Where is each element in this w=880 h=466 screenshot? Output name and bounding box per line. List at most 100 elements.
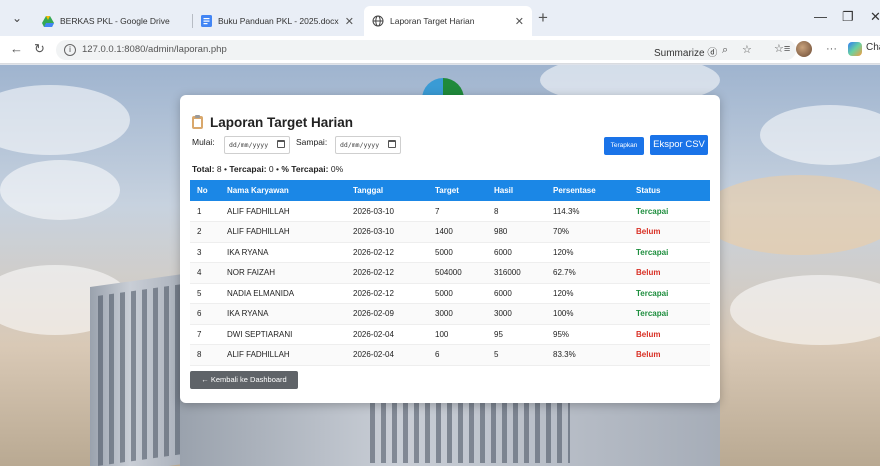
zoom-icon[interactable]: ⌕: [722, 44, 728, 56]
close-window-icon[interactable]: ✕: [870, 10, 880, 24]
tab-title: Buku Panduan PKL - 2025.docx - G: [218, 16, 339, 26]
end-date-label: Sampai:: [296, 137, 328, 147]
back-to-dashboard-button[interactable]: ← Kembali ke Dashboard: [190, 371, 298, 389]
cell-result: 6000: [487, 283, 546, 304]
cell-name: DWI SEPTIARANI: [220, 324, 346, 345]
cell-date: 2026-02-12: [346, 283, 428, 304]
close-tab-icon[interactable]: ✕: [345, 15, 354, 28]
cell-percent: 120%: [546, 283, 629, 304]
background-cloud: [730, 275, 880, 345]
table-row: 2 ALIF FADHILLAH 2026-03-10 1400 980 70%…: [190, 221, 710, 243]
building-windows: [98, 284, 182, 466]
cell-date: 2026-03-10: [346, 221, 428, 243]
cell-target: 5000: [428, 242, 487, 263]
cell-percent: 114.3%: [546, 201, 629, 222]
column-header-status: Status: [636, 186, 661, 195]
profile-avatar[interactable]: [796, 41, 812, 57]
summary-line: Total: 8 • Tercapai: 0 • % Tercapai: 0%: [192, 164, 343, 174]
cell-date: 2026-02-04: [346, 324, 428, 345]
tab-buku-panduan[interactable]: Buku Panduan PKL - 2025.docx - G ✕: [192, 6, 362, 36]
copilot-label[interactable]: Cha: [866, 42, 880, 53]
restore-window-icon[interactable]: ❐: [842, 10, 854, 24]
calendar-icon[interactable]: [277, 140, 285, 148]
report-table: No Nama Karyawan Tanggal Target Hasil Pe…: [190, 180, 710, 366]
calendar-icon[interactable]: [388, 140, 396, 148]
favorites-icon[interactable]: ☆≡: [774, 43, 790, 55]
summary-separator: •: [224, 164, 227, 174]
cell-result: 3000: [487, 303, 546, 325]
column-header-name: Nama Karyawan: [227, 186, 289, 195]
new-tab-plus-icon[interactable]: +: [538, 9, 548, 26]
cell-result: 316000: [487, 262, 546, 284]
cell-percent: 70%: [546, 221, 629, 243]
cell-target: 7: [428, 201, 487, 222]
table-row: 5 NADIA ELMANIDA 2026-02-12 5000 6000 12…: [190, 283, 710, 304]
tab-title: BERKAS PKL - Google Drive: [60, 16, 170, 26]
cell-name: ALIF FADHILLAH: [220, 344, 346, 366]
cell-result: 95: [487, 324, 546, 345]
cell-no: 7: [190, 324, 220, 345]
cell-status: Belum: [629, 324, 710, 345]
clipboard-icon: [192, 115, 203, 129]
export-csv-button[interactable]: Ekspor CSV: [650, 135, 708, 155]
table-row: 6 IKA RYANA 2026-02-09 3000 3000 100% Te…: [190, 303, 710, 325]
cell-no: 6: [190, 303, 220, 325]
cell-percent: 95%: [546, 324, 629, 345]
cell-name: IKA RYANA: [220, 242, 346, 263]
reload-icon[interactable]: ↻: [34, 42, 45, 56]
summarize-icon: ⓓ: [707, 48, 718, 59]
achieved-value: 0: [268, 164, 274, 174]
address-url[interactable]: 127.0.0.1:8080/admin/laporan.php: [82, 44, 227, 55]
column-header-percent: Persentase: [553, 186, 596, 195]
cell-status: Tercapai: [629, 303, 710, 325]
cell-name: ALIF FADHILLAH: [220, 221, 346, 243]
browser-tab-strip: ⌄ BERKAS PKL - Google Drive Buku Panduan…: [0, 0, 880, 36]
cell-percent: 62.7%: [546, 262, 629, 284]
cell-result: 980: [487, 221, 546, 243]
cell-date: 2026-02-09: [346, 303, 428, 325]
summarize-button[interactable]: Summarize ⓓ: [654, 44, 717, 59]
background-building: [180, 395, 720, 466]
background-cloud: [0, 160, 120, 220]
percent-achieved-label: % Tercapai:: [281, 164, 329, 174]
background-cloud: [760, 105, 880, 165]
cell-no: 4: [190, 262, 220, 284]
minimize-window-icon[interactable]: —: [814, 10, 827, 24]
tab-google-drive[interactable]: BERKAS PKL - Google Drive: [34, 6, 190, 36]
more-menu-icon[interactable]: ···: [826, 43, 837, 55]
cell-status: Tercapai: [629, 283, 710, 304]
favorite-star-icon[interactable]: ☆: [742, 44, 752, 56]
tab-laporan-target-harian[interactable]: Laporan Target Harian ✕: [364, 6, 532, 36]
summary-separator: •: [276, 164, 279, 174]
cell-percent: 83.3%: [546, 344, 629, 366]
apply-filter-button[interactable]: Terapkan: [604, 137, 644, 155]
address-bar[interactable]: i 127.0.0.1:8080/admin/laporan.php Summa…: [56, 40, 796, 60]
tab-title: Laporan Target Harian: [390, 16, 475, 26]
cell-date: 2026-02-04: [346, 344, 428, 366]
cell-name: NADIA ELMANIDA: [220, 283, 346, 304]
cell-target: 1400: [428, 221, 487, 243]
cell-target: 3000: [428, 303, 487, 325]
cell-target: 504000: [428, 262, 487, 284]
cell-target: 6: [428, 344, 487, 366]
background-building: [90, 272, 190, 466]
site-info-icon[interactable]: i: [64, 44, 76, 56]
google-drive-icon: [42, 15, 54, 27]
tab-actions-chevron-icon[interactable]: ⌄: [10, 12, 24, 24]
background-cloud: [700, 175, 880, 255]
table-header-row: No Nama Karyawan Tanggal Target Hasil Pe…: [190, 180, 710, 201]
cell-status: Tercapai: [629, 201, 710, 222]
cell-target: 5000: [428, 283, 487, 304]
building-windows: [370, 403, 570, 463]
copilot-icon[interactable]: [848, 42, 862, 56]
total-value: 8: [216, 164, 222, 174]
close-tab-icon[interactable]: ✕: [515, 15, 524, 28]
report-card: Laporan Target Harian Mulai: dd/mm/yyyy …: [180, 95, 720, 403]
column-header-result: Hasil: [494, 186, 514, 195]
back-arrow-icon[interactable]: ←: [10, 42, 23, 56]
cell-name: NOR FAIZAH: [220, 262, 346, 284]
cell-name: IKA RYANA: [220, 303, 346, 325]
cell-no: 2: [190, 221, 220, 243]
browser-toolbar: ← ↻ i 127.0.0.1:8080/admin/laporan.php S…: [0, 36, 880, 64]
cell-date: 2026-02-12: [346, 242, 428, 263]
